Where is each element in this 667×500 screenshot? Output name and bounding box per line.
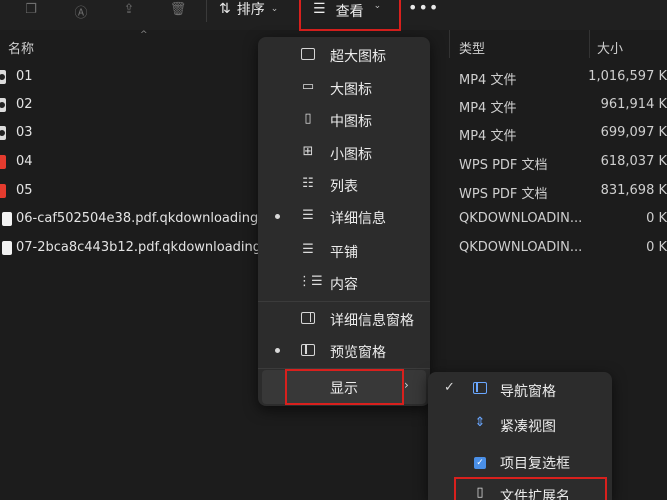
sort-label: 排序	[236, 2, 265, 18]
view-button[interactable]: ☰ 查看 ⌄	[299, 0, 401, 31]
menu-item-label: 小图标	[330, 147, 372, 163]
nav-pane-icon	[470, 380, 490, 398]
menu-item-content[interactable]: ⋮☰ 内容	[258, 268, 430, 298]
menu-item-xl-icons[interactable]: 超大图标	[258, 40, 430, 70]
details-pane-icon	[298, 310, 318, 328]
tiles-icon: ☰	[302, 242, 314, 257]
file-size: 618,037 K	[600, 154, 667, 169]
menu-item-medium-icons[interactable]: ▯ 中图标	[258, 105, 430, 135]
file-size: 961,914 K	[600, 97, 667, 112]
menu-item-label: 超大图标	[330, 49, 386, 65]
list-icon: ☷	[302, 176, 314, 191]
command-bar: ❐ Ⓐ ⇪ 🗑 ⇅ 排序 ⌄ ☰ 查看 ⌄ •••	[0, 0, 667, 31]
file-size: 831,698 K	[600, 183, 667, 198]
small-icons-icon: ⊞	[302, 144, 314, 159]
toolbar-divider	[206, 0, 207, 22]
sort-ascending-icon: ^	[140, 30, 148, 40]
selected-dot-icon	[275, 348, 280, 353]
file-name: 02	[16, 97, 33, 112]
file-name: 06-caf502504e38.pdf.qkdownloading	[16, 211, 259, 226]
view-menu: 超大图标 ▭ 大图标 ▯ 中图标 ⊞ 小图标 ☷ 列表 ☰ 详细信息 ☰ 平铺 …	[258, 37, 430, 406]
submenu-item-label: 导航窗格	[500, 384, 556, 400]
menu-item-tiles[interactable]: ☰ 平铺	[258, 236, 430, 266]
menu-item-label: 内容	[330, 277, 358, 293]
file-type: MP4 文件	[459, 101, 517, 116]
checkmark-icon: ✓	[444, 380, 455, 395]
sort-icon: ⇅	[219, 1, 231, 17]
submenu-item-label: 紧凑视图	[500, 419, 556, 435]
pdf-file-icon	[0, 184, 6, 198]
file-type: MP4 文件	[459, 73, 517, 88]
sort-button[interactable]: ⇅ 排序 ⌄	[219, 0, 278, 19]
blank-file-icon	[2, 212, 12, 226]
file-size: 1,016,597 K	[588, 69, 667, 84]
preview-pane-icon	[298, 342, 318, 360]
file-size: 0 K	[646, 240, 667, 255]
file-type: QKDOWNLOADIN...	[459, 240, 583, 255]
menu-item-details-pane[interactable]: 详细信息窗格	[258, 304, 430, 334]
more-options-button[interactable]: •••	[408, 0, 439, 17]
submenu-item-item-checkbox[interactable]: ✓ 项目复选框	[428, 446, 612, 478]
column-size[interactable]: 大小	[597, 38, 623, 57]
selected-dot-icon	[275, 214, 280, 219]
column-divider[interactable]	[589, 30, 590, 58]
menu-item-label: 大图标	[330, 82, 372, 98]
column-type[interactable]: 类型	[459, 38, 485, 57]
show-highlight-box	[285, 369, 404, 405]
delete-icon[interactable]: 🗑	[169, 2, 187, 18]
chevron-right-icon: ›	[404, 378, 409, 392]
xl-icons-icon	[298, 46, 318, 64]
chevron-down-icon: ⌄	[270, 4, 279, 14]
medium-icons-icon: ▯	[304, 111, 312, 126]
file-name: 04	[16, 154, 33, 169]
large-icons-icon: ▭	[301, 79, 315, 94]
menu-item-details[interactable]: ☰ 详细信息	[258, 202, 430, 232]
submenu-item-nav-pane[interactable]: ✓ 导航窗格	[428, 374, 612, 406]
file-name: 01	[16, 69, 33, 84]
submenu-item-compact-view[interactable]: ⇕ 紧凑视图	[428, 409, 612, 441]
menu-item-label: 列表	[330, 179, 358, 195]
column-name[interactable]: 名称	[8, 38, 34, 57]
file-name: 05	[16, 183, 33, 198]
file-type: WPS PDF 文档	[459, 158, 548, 173]
chevron-down-icon: ⌄	[373, 1, 382, 11]
pdf-file-icon	[0, 155, 6, 169]
menu-divider	[258, 301, 430, 302]
file-extension-highlight-box	[454, 477, 607, 500]
column-divider[interactable]	[449, 30, 450, 58]
file-type: WPS PDF 文档	[459, 187, 548, 202]
video-file-icon	[0, 126, 6, 140]
menu-item-label: 详细信息窗格	[330, 313, 414, 329]
rename-icon[interactable]: Ⓐ	[72, 2, 90, 21]
item-checkbox-icon: ✓	[470, 452, 490, 470]
video-file-icon	[0, 98, 6, 112]
menu-item-preview-pane[interactable]: 预览窗格	[258, 336, 430, 366]
submenu-item-label: 项目复选框	[500, 456, 570, 472]
file-name: 07-2bca8c443b12.pdf.qkdownloading	[16, 240, 262, 255]
copy-icon[interactable]: ❐	[22, 2, 40, 18]
blank-file-icon	[2, 241, 12, 255]
menu-item-large-icons[interactable]: ▭ 大图标	[258, 73, 430, 103]
share-icon[interactable]: ⇪	[120, 2, 138, 18]
menu-item-label: 预览窗格	[330, 345, 386, 361]
details-icon: ☰	[302, 208, 314, 223]
compact-view-icon: ⇕	[474, 415, 486, 430]
menu-item-small-icons[interactable]: ⊞ 小图标	[258, 138, 430, 168]
view-label: 查看	[335, 4, 364, 20]
video-file-icon	[0, 70, 6, 84]
content-icon: ⋮☰	[298, 274, 323, 289]
view-icon: ☰	[313, 1, 326, 17]
file-type: MP4 文件	[459, 129, 517, 144]
menu-item-list[interactable]: ☷ 列表	[258, 170, 430, 200]
file-type: QKDOWNLOADIN...	[459, 211, 583, 226]
file-size: 699,097 K	[600, 125, 667, 140]
file-name: 03	[16, 125, 33, 140]
menu-item-label: 中图标	[330, 114, 372, 130]
menu-item-label: 平铺	[330, 245, 358, 261]
menu-item-label: 详细信息	[330, 211, 386, 227]
file-size: 0 K	[646, 211, 667, 226]
